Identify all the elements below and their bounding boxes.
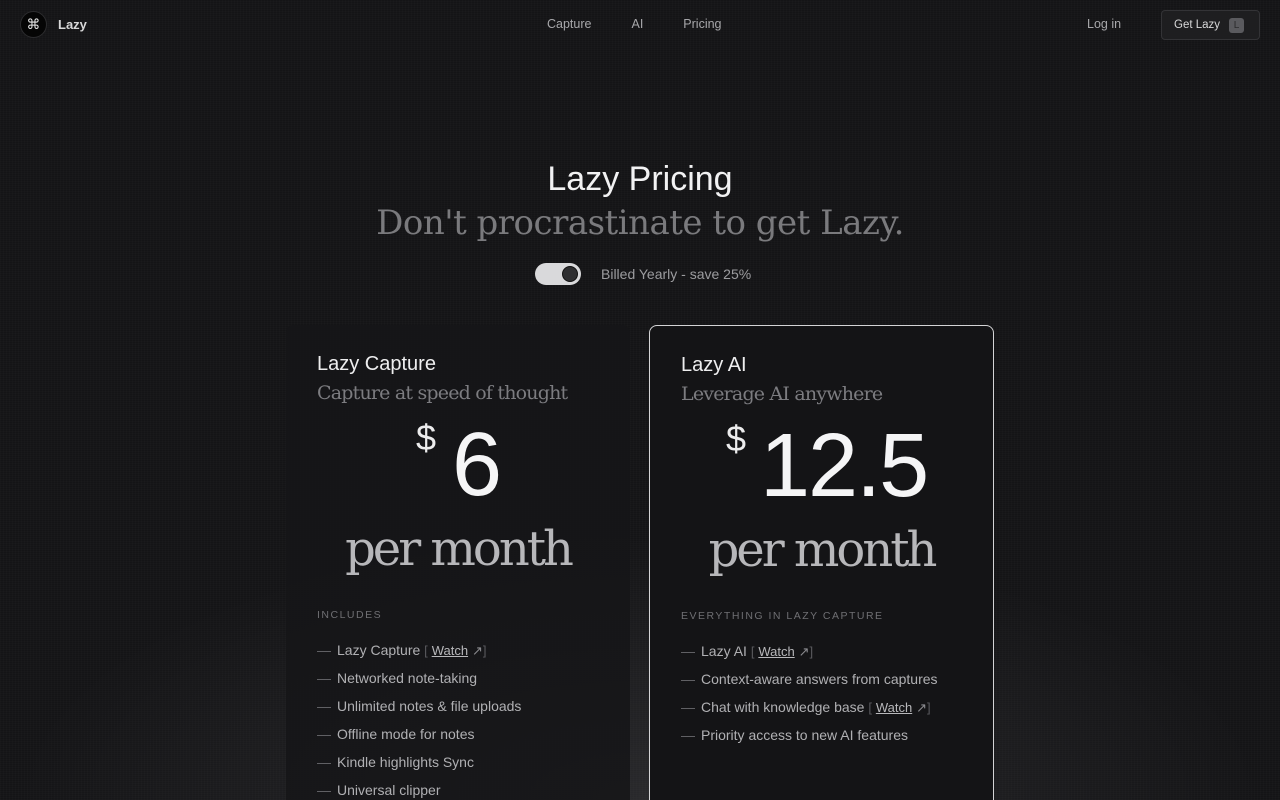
price-amount: 6: [452, 415, 502, 515]
feature-item: — Chat with knowledge base [ Watch ↗]: [681, 699, 931, 715]
watch-link[interactable]: Watch: [876, 700, 912, 715]
price-amount: 12.5: [760, 416, 929, 516]
plan-tagline: Capture at speed of thought: [317, 382, 568, 404]
toggle-knob: [562, 266, 578, 282]
dash-icon: —: [681, 727, 695, 743]
brand-logo[interactable]: ⌘ Lazy: [20, 11, 87, 38]
watch-link[interactable]: Watch: [758, 644, 794, 659]
get-lazy-label: Get Lazy: [1174, 19, 1221, 31]
dash-icon: —: [317, 670, 331, 686]
nav-links: Capture AI Pricing: [547, 17, 762, 31]
billing-label: Billed Yearly - save 25%: [601, 266, 752, 282]
plan-name: Lazy AI: [681, 354, 747, 376]
nav-link-ai[interactable]: AI: [631, 17, 643, 31]
plan-name: Lazy Capture: [317, 353, 436, 375]
feature-item: — Offline mode for notes: [317, 726, 475, 742]
get-lazy-button[interactable]: Get Lazy L: [1161, 10, 1260, 40]
plan-tagline: Leverage AI anywhere: [681, 383, 883, 405]
dash-icon: —: [317, 782, 331, 798]
feature-item: — Unlimited notes & file uploads: [317, 698, 522, 714]
plan-price: $ 12.5: [650, 416, 993, 516]
plan-price: $ 6: [286, 415, 630, 515]
dash-icon: —: [317, 642, 331, 658]
currency-symbol: $: [726, 418, 747, 459]
brand-name: Lazy: [58, 17, 87, 32]
shortcut-key-badge: L: [1229, 17, 1245, 33]
dash-icon: —: [681, 643, 695, 659]
nav-link-capture[interactable]: Capture: [547, 17, 591, 31]
feature-item: — Lazy Capture [ Watch ↗]: [317, 642, 487, 658]
feature-item: — Universal clipper: [317, 782, 441, 798]
external-arrow-icon: ↗: [471, 643, 483, 658]
dash-icon: —: [317, 698, 331, 714]
plan-card-ai: Lazy AI Leverage AI anywhere $ 12.5 per …: [649, 325, 994, 800]
includes-label: INCLUDES: [317, 609, 383, 621]
external-arrow-icon: ↗: [916, 700, 927, 715]
background-texture: [0, 0, 1280, 800]
feature-item: — Lazy AI [ Watch ↗]: [681, 643, 814, 659]
page-subtitle: Don't procrastinate to get Lazy.: [376, 203, 904, 243]
feature-list: — Lazy AI [ Watch ↗] — Context-aware answe…: [681, 640, 938, 752]
nav-link-pricing[interactable]: Pricing: [683, 17, 721, 31]
feature-list: — Lazy Capture [ Watch ↗] — Networked note…: [317, 639, 521, 800]
feature-item: — Networked note-taking: [317, 670, 478, 686]
dash-icon: —: [681, 671, 695, 687]
external-arrow-icon: ↗: [798, 644, 810, 659]
feature-item: — Context-aware answers from captures: [681, 671, 938, 687]
login-link[interactable]: Log in: [1087, 17, 1121, 31]
watch-link[interactable]: Watch: [432, 643, 468, 658]
dash-icon: —: [317, 754, 331, 770]
plan-card-capture: Lazy Capture Capture at speed of thought…: [286, 325, 630, 800]
feature-item: — Priority access to new AI features: [681, 727, 908, 743]
top-nav: ⌘ Lazy Capture AI Pricing Log in Get Laz…: [0, 0, 1280, 50]
includes-label: EVERYTHING IN LAZY CAPTURE: [681, 610, 884, 622]
currency-symbol: $: [416, 417, 437, 458]
billing-toggle-row: Billed Yearly - save 25%: [535, 263, 751, 285]
dash-icon: —: [681, 699, 695, 715]
billing-toggle[interactable]: [535, 263, 581, 285]
page-title: Lazy Pricing: [547, 160, 733, 198]
price-period: per month: [708, 522, 938, 578]
dash-icon: —: [317, 726, 331, 742]
price-period: per month: [345, 521, 574, 577]
feature-item: — Kindle highlights Sync: [317, 754, 474, 770]
command-key-icon: ⌘: [20, 11, 47, 38]
